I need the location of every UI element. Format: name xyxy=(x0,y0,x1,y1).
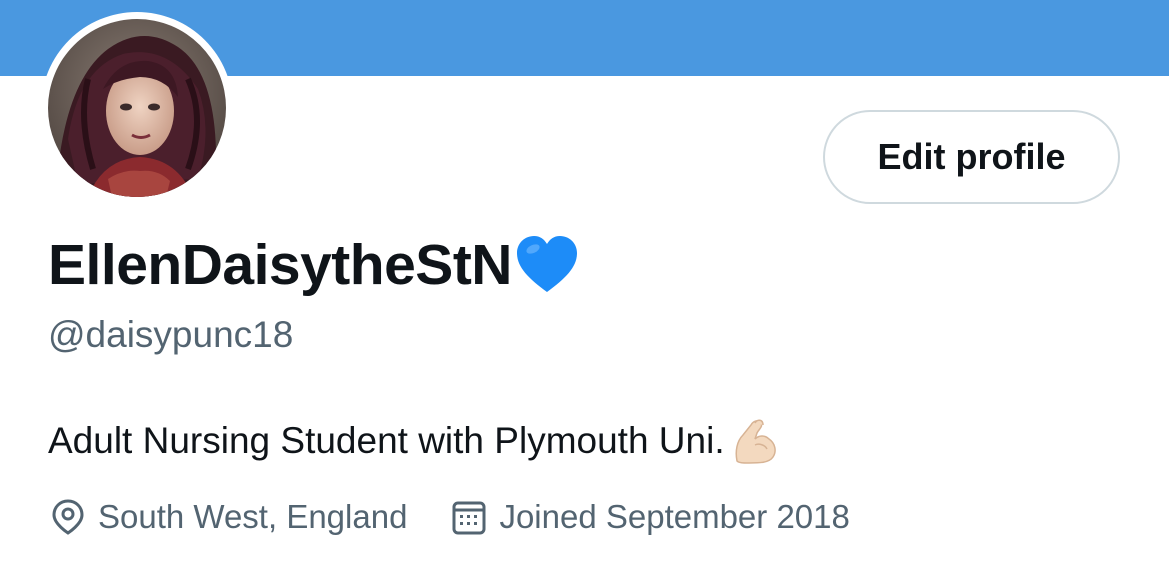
avatar[interactable] xyxy=(48,19,226,197)
profile-page: Edit profile EllenDaisytheStN @daisypunc… xyxy=(0,0,1169,575)
display-name: EllenDaisytheStN xyxy=(48,233,512,297)
blue-heart-icon xyxy=(514,234,580,296)
joined-item: Joined September 2018 xyxy=(451,498,850,536)
display-name-row: EllenDaisytheStN xyxy=(48,230,580,300)
avatar-frame xyxy=(41,12,233,204)
edit-profile-button[interactable]: Edit profile xyxy=(823,110,1120,204)
profile-bio: Adult Nursing Student with Plymouth Uni. xyxy=(48,416,781,466)
user-handle: @daisypunc18 xyxy=(48,314,294,355)
location-item: South West, England xyxy=(50,498,407,536)
flexed-biceps-icon xyxy=(729,415,781,467)
location-pin-icon xyxy=(50,498,86,536)
joined-text: Joined September 2018 xyxy=(499,498,850,535)
profile-meta: South West, England Joined September 201… xyxy=(50,494,850,540)
bio-text: Adult Nursing Student with Plymouth Uni. xyxy=(48,420,725,461)
location-text: South West, England xyxy=(98,498,408,535)
calendar-icon xyxy=(451,498,487,536)
